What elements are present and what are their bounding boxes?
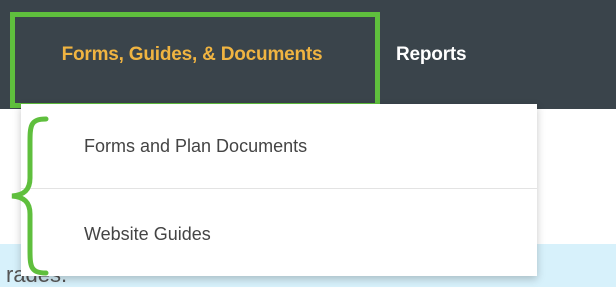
menu-item-forms-plan-documents[interactable]: Forms and Plan Documents [21, 104, 537, 188]
nav-reports[interactable]: Reports [386, 0, 476, 109]
nav-forms-guides-documents[interactable]: Forms, Guides, & Documents [10, 0, 374, 109]
dropdown-menu: Forms and Plan Documents Website Guides [21, 104, 537, 276]
brace-annotation [11, 116, 49, 276]
menu-item-website-guides[interactable]: Website Guides [21, 192, 537, 276]
menu-divider [21, 188, 537, 189]
main-navbar: Forms, Guides, & Documents Reports [0, 0, 616, 109]
